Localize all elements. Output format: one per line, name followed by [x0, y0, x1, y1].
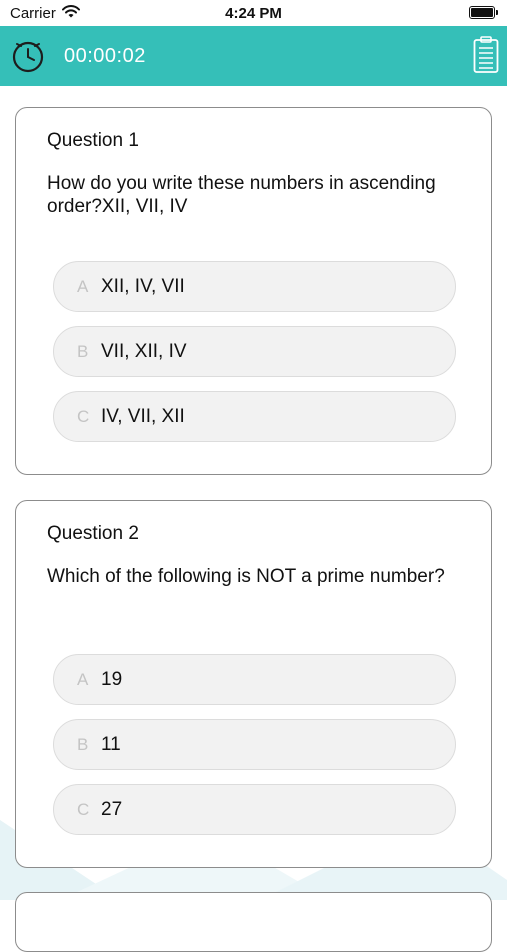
option-text: 27: [101, 799, 123, 820]
question-text: Which of the following is NOT a prime nu…: [47, 566, 445, 587]
question-card-partial: [15, 892, 492, 952]
question-text: How do you write these numbers in ascend…: [47, 173, 436, 217]
option-letter: B: [77, 342, 89, 361]
option-text: XII, IV, VII: [101, 276, 185, 297]
option-text: VII, XII, IV: [101, 341, 187, 362]
option-letter: A: [77, 277, 89, 296]
question-card: Question 1 How do you write these number…: [15, 107, 492, 475]
answer-option-c[interactable]: C 27: [53, 784, 456, 835]
option-text: 11: [101, 734, 121, 755]
answer-option-b[interactable]: B VII, XII, IV: [53, 326, 456, 377]
option-letter: C: [77, 800, 90, 819]
quiz-header: 00:00:02: [0, 26, 507, 86]
status-time: 4:24 PM: [225, 5, 282, 22]
question-title: Question 1: [47, 130, 139, 151]
option-letter: B: [77, 735, 89, 754]
clock-icon: [11, 40, 45, 74]
answer-option-a[interactable]: A XII, IV, VII: [53, 261, 456, 312]
option-letter: C: [77, 407, 90, 426]
option-text: IV, VII, XII: [101, 406, 185, 427]
question-list-icon[interactable]: [473, 36, 499, 74]
battery-icon: [469, 6, 498, 19]
option-text: 19: [101, 669, 123, 690]
answer-option-b[interactable]: B 11: [53, 719, 456, 770]
answer-option-a[interactable]: A 19: [53, 654, 456, 705]
status-bar: Carrier 4:24 PM: [0, 0, 507, 26]
timer-display: 00:00:02: [64, 45, 146, 67]
question-title: Question 2: [47, 523, 139, 544]
answer-option-c[interactable]: C IV, VII, XII: [53, 391, 456, 442]
option-letter: A: [77, 670, 89, 689]
question-card: Question 2 Which of the following is NOT…: [15, 500, 492, 868]
